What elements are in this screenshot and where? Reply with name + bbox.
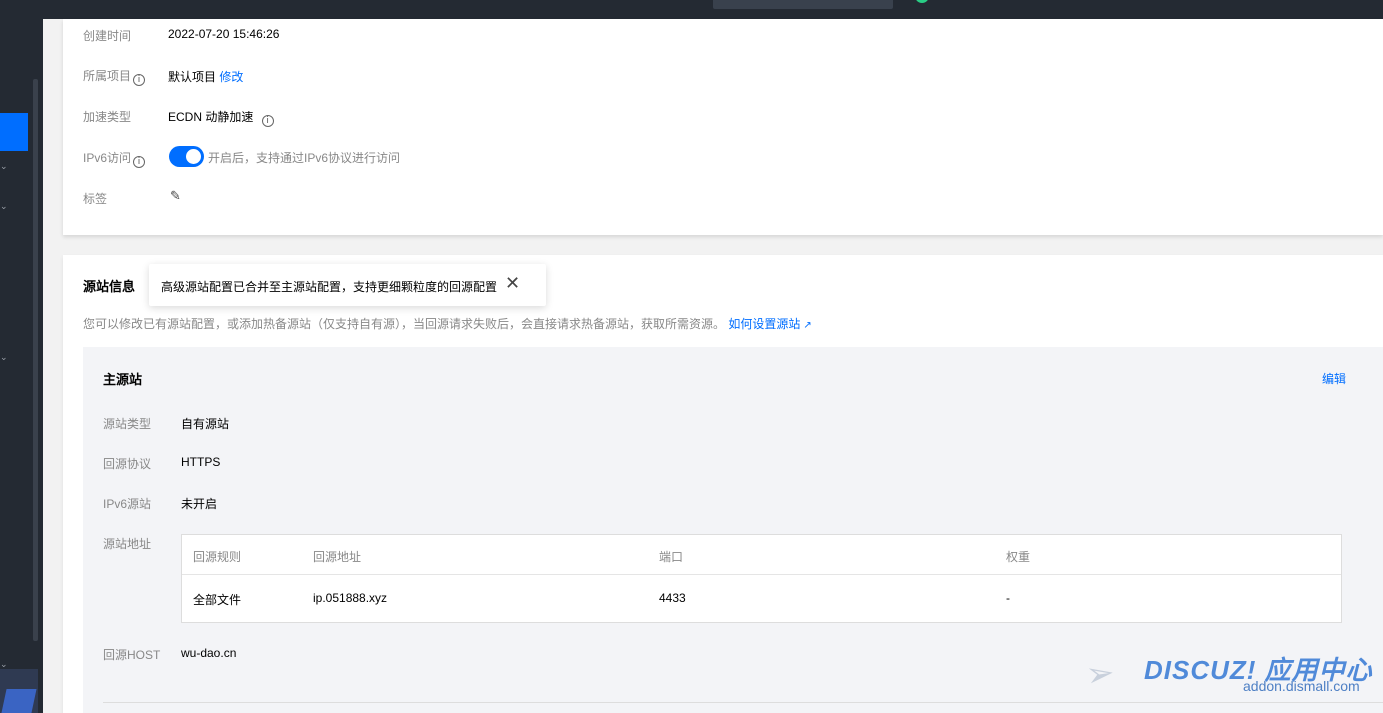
origin-description: 您可以修改已有源站配置，或添加热备源站（仅支持自有源），当回源请求失败后，会直接… bbox=[83, 315, 812, 332]
top-search-box[interactable] bbox=[713, 0, 893, 9]
divider bbox=[103, 702, 1383, 703]
project-label-text: 所属项目 bbox=[83, 69, 132, 83]
ipv6-origin-label: IPv6源站 bbox=[103, 497, 152, 511]
chevron-down-icon[interactable]: ⌄ bbox=[0, 352, 8, 363]
sidebar-scrollbar[interactable] bbox=[33, 79, 38, 641]
origin-address-table: 回源规则 回源地址 端口 权重 全部文件 ip.051888.xyz 4433 … bbox=[181, 534, 1342, 623]
help-link[interactable]: 如何设置源站 ↗ bbox=[728, 317, 811, 331]
ipv6-origin-value: 未开启 bbox=[181, 497, 218, 511]
merge-notice-tooltip: 高级源站配置已合并至主源站配置，支持更细颗粒度的回源配置 ✕ bbox=[149, 264, 546, 306]
edit-button[interactable]: 编辑 bbox=[1322, 370, 1346, 387]
primary-origin-title: 主源站 bbox=[103, 372, 143, 387]
column-header: 回源规则 bbox=[193, 550, 242, 564]
ipv6-label-text: IPv6访问 bbox=[83, 151, 132, 165]
tooltip-text: 高级源站配置已合并至主源站配置，支持更细颗粒度的回源配置 bbox=[161, 280, 498, 294]
modify-project-link[interactable]: 修改 bbox=[219, 70, 243, 84]
protocol-value: HTTPS bbox=[181, 455, 221, 469]
origin-type-value: 自有源站 bbox=[181, 417, 230, 431]
create-time-label: 创建时间 bbox=[83, 29, 132, 43]
status-dot-icon bbox=[915, 0, 929, 3]
left-sidebar: ⌄ ⌄ ⌄ ⌄ bbox=[0, 19, 43, 713]
accel-type-label: 加速类型 bbox=[83, 110, 132, 124]
origin-info-card: 源站信息 高级源站配置已合并至主源站配置，支持更细颗粒度的回源配置 ✕ 您可以修… bbox=[63, 255, 1383, 713]
ipv6-hint: 开启后，支持通过IPv6协议进行访问 bbox=[208, 151, 401, 165]
ipv6-label: IPv6访问 i bbox=[83, 149, 146, 168]
basic-info-card: 创建时间 2022-07-20 15:46:26 所属项目 i 默认项目 修改 加… bbox=[63, 19, 1383, 235]
origin-type-label: 源站类型 bbox=[103, 417, 152, 431]
chevron-down-icon[interactable]: ⌄ bbox=[0, 201, 8, 212]
paper-plane-icon: ➢ bbox=[1083, 652, 1118, 696]
origin-description-text: 您可以修改已有源站配置，或添加热备源站（仅支持自有源），当回源请求失败后，会直接… bbox=[83, 317, 726, 331]
tags-label: 标签 bbox=[83, 192, 108, 206]
project-label: 所属项目 i bbox=[83, 67, 146, 86]
project-value: 默认项目 修改 bbox=[168, 68, 243, 85]
table-header: 回源规则 回源地址 端口 权重 bbox=[182, 535, 1341, 575]
sidebar-active-item[interactable] bbox=[0, 113, 28, 151]
column-header: 权重 bbox=[1006, 550, 1031, 564]
create-time-value: 2022-07-20 15:46:26 bbox=[168, 27, 280, 41]
protocol-label: 回源协议 bbox=[103, 457, 152, 471]
address-label: 源站地址 bbox=[103, 537, 152, 551]
weight-cell: - bbox=[1006, 591, 1010, 605]
port-cell: 4433 bbox=[659, 591, 686, 605]
project-name: 默认项目 bbox=[168, 70, 217, 84]
info-icon[interactable]: i bbox=[133, 74, 146, 86]
address-cell: ip.051888.xyz bbox=[313, 591, 388, 605]
rule-cell: 全部文件 bbox=[193, 593, 242, 607]
accel-type-value: ECDN 动静加速 i bbox=[168, 108, 274, 127]
host-label: 回源HOST bbox=[103, 648, 161, 662]
cube-logo-icon bbox=[1, 689, 37, 713]
close-icon[interactable]: ✕ bbox=[505, 274, 520, 294]
column-header: 回源地址 bbox=[313, 550, 362, 564]
top-nav-bar bbox=[0, 0, 1383, 19]
info-icon[interactable]: i bbox=[261, 115, 274, 127]
host-value: wu-dao.cn bbox=[181, 646, 237, 660]
info-icon[interactable]: i bbox=[133, 156, 146, 168]
pencil-icon[interactable]: ✎ bbox=[170, 189, 181, 204]
chevron-down-icon[interactable]: ⌄ bbox=[0, 161, 8, 172]
accel-type-text: ECDN 动静加速 bbox=[168, 110, 254, 124]
external-link-icon: ↗ bbox=[803, 320, 812, 331]
watermark-url: addon.dismall.com bbox=[1243, 678, 1360, 694]
ipv6-toggle[interactable] bbox=[169, 146, 204, 167]
watermark: ➢ DISCUZ! 应用中心 addon.dismall.com bbox=[1083, 648, 1376, 698]
origin-info-title: 源站信息 bbox=[83, 279, 136, 294]
help-link-text: 如何设置源站 bbox=[728, 317, 801, 331]
column-header: 端口 bbox=[659, 550, 684, 564]
